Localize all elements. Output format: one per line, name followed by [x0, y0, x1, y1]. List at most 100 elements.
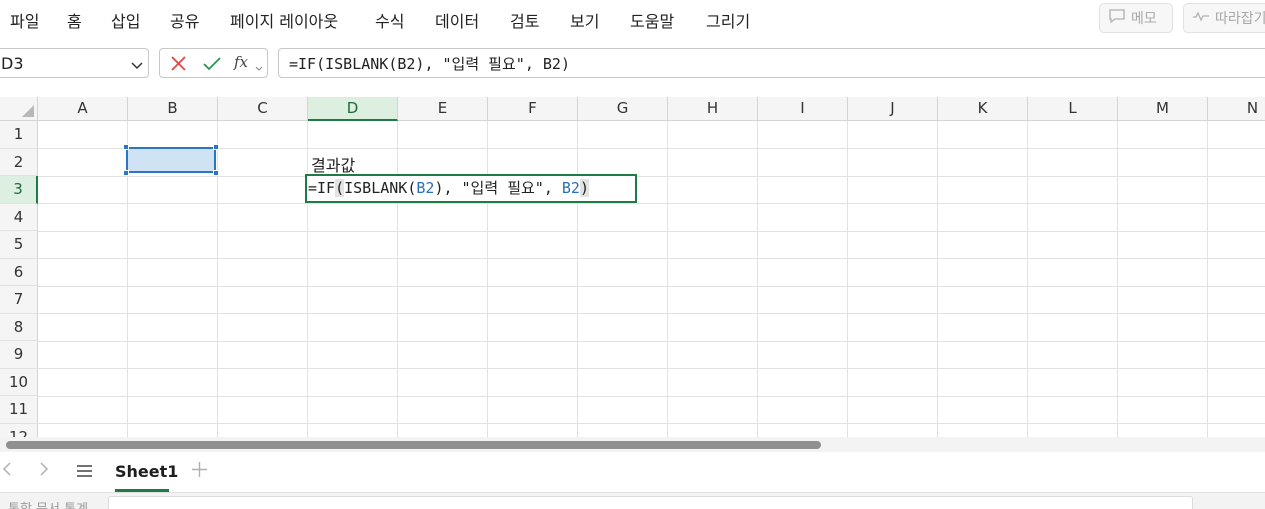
- chevron-right-icon[interactable]: [39, 461, 49, 482]
- grid-line: [397, 121, 398, 437]
- grid-line: [38, 230, 1265, 232]
- grid-line: [667, 121, 668, 437]
- grid-line: [38, 395, 1265, 397]
- menu-formulas[interactable]: 수식: [375, 8, 404, 32]
- menu-draw[interactable]: 그리기: [706, 8, 750, 32]
- row-header-5[interactable]: 5: [0, 231, 38, 259]
- formula-controls: fx: [159, 48, 268, 78]
- column-header-j[interactable]: J: [848, 97, 938, 121]
- comment-icon: [1108, 8, 1126, 28]
- chevron-left-icon[interactable]: [2, 461, 12, 482]
- menu-bar: 파일 홈 삽입 공유 페이지 레이아웃 수식 데이터 검토 보기 도움말 그리기…: [0, 0, 1265, 38]
- memo-label: 메모: [1131, 11, 1157, 27]
- selection-handle[interactable]: [123, 170, 129, 176]
- add-sheet-icon[interactable]: [191, 461, 208, 483]
- column-header-k[interactable]: K: [938, 97, 1028, 121]
- grid-line: [38, 203, 1265, 204]
- formula-part: ISBLANK(: [344, 179, 417, 197]
- column-header-e[interactable]: E: [398, 97, 488, 121]
- grid-line: [217, 121, 218, 437]
- grid-line: [38, 175, 1265, 177]
- sheet-list-icon[interactable]: [76, 462, 93, 483]
- memo-button[interactable]: 메모: [1099, 3, 1173, 33]
- row-header-8[interactable]: 8: [0, 313, 38, 341]
- formula-paren: (: [335, 179, 345, 197]
- row-header-11[interactable]: 11: [0, 396, 38, 424]
- grid-line: [38, 423, 1265, 424]
- selection-handle[interactable]: [213, 144, 219, 150]
- cancel-icon[interactable]: [170, 55, 187, 76]
- activity-icon: [1192, 10, 1210, 26]
- insert-function-button[interactable]: fx: [234, 53, 248, 71]
- column-header-m[interactable]: M: [1118, 97, 1208, 121]
- spreadsheet-grid: A B C D E F G H I J K L M N 1 2 3 4 5 6 …: [0, 97, 1265, 437]
- cell-d2[interactable]: 결과값: [311, 152, 355, 176]
- grid-line: [577, 121, 578, 437]
- select-all-corner[interactable]: [0, 97, 38, 121]
- formula-paren: ): [579, 179, 589, 197]
- grid-line: [38, 148, 1265, 149]
- row-header-6[interactable]: 6: [0, 258, 38, 286]
- column-header-c[interactable]: C: [218, 97, 308, 121]
- column-header-f[interactable]: F: [488, 97, 578, 121]
- grid-line: [1117, 121, 1118, 437]
- grid-line: [38, 285, 1265, 287]
- formula-text: =IF(ISBLANK(B2), "입력 필요", B2): [289, 54, 570, 73]
- row-header-1[interactable]: 1: [0, 121, 38, 149]
- column-header-n[interactable]: N: [1208, 97, 1265, 121]
- grid-line: [307, 121, 308, 437]
- selection-handle[interactable]: [123, 144, 129, 150]
- grid-line: [847, 121, 848, 437]
- follow-label: 따라잡기: [1215, 11, 1265, 27]
- menu-help[interactable]: 도움말: [630, 8, 674, 32]
- chevron-down-icon[interactable]: [130, 57, 144, 76]
- follow-button[interactable]: 따라잡기: [1183, 3, 1265, 33]
- column-header-g[interactable]: G: [578, 97, 668, 121]
- grid-line: [487, 121, 488, 437]
- column-header-d[interactable]: D: [308, 97, 398, 121]
- row-header-10[interactable]: 10: [0, 368, 38, 396]
- name-box-value: D3: [1, 53, 24, 73]
- row-header-7[interactable]: 7: [0, 286, 38, 314]
- formula-part: =IF: [308, 179, 336, 197]
- menu-view[interactable]: 보기: [570, 8, 599, 32]
- formula-part: ), "입력 필요",: [434, 179, 562, 197]
- column-header-b[interactable]: B: [128, 97, 218, 121]
- status-field: [108, 496, 1193, 509]
- menu-review[interactable]: 검토: [510, 8, 539, 32]
- grid-line: [38, 313, 1265, 314]
- grid-line: [757, 121, 758, 437]
- selected-cell-b2[interactable]: [126, 147, 216, 173]
- scrollbar-thumb[interactable]: [6, 441, 821, 449]
- name-box[interactable]: D3: [0, 48, 149, 78]
- row-header-9[interactable]: 9: [0, 341, 38, 369]
- confirm-icon[interactable]: [202, 55, 222, 76]
- grid-line: [1207, 121, 1208, 437]
- formula-input[interactable]: =IF(ISBLANK(B2), "입력 필요", B2): [278, 48, 1265, 78]
- workbook-statistics[interactable]: 통합 문서 통계: [8, 498, 88, 509]
- editing-cell-d3[interactable]: =IF(ISBLANK(B2), "입력 필요", B2): [305, 174, 637, 203]
- column-header-h[interactable]: H: [668, 97, 758, 121]
- grid-line: [937, 121, 938, 437]
- menu-file[interactable]: 파일: [10, 8, 39, 32]
- menu-data[interactable]: 데이터: [435, 8, 479, 32]
- row-header-12[interactable]: 12: [0, 423, 38, 437]
- sheet-tab-sheet1[interactable]: Sheet1: [115, 462, 178, 481]
- sheet-bar: Sheet1: [0, 452, 1265, 492]
- row-header-4[interactable]: 4: [0, 203, 38, 231]
- grid-line: [38, 258, 1265, 259]
- menu-share[interactable]: 공유: [170, 8, 199, 32]
- chevron-down-icon[interactable]: [255, 58, 263, 77]
- grid-line: [38, 368, 1265, 369]
- row-header-2[interactable]: 2: [0, 148, 38, 176]
- column-header-i[interactable]: I: [758, 97, 848, 121]
- column-header-l[interactable]: L: [1028, 97, 1118, 121]
- selection-handle[interactable]: [213, 170, 219, 176]
- formula-reference: B2: [561, 179, 580, 197]
- menu-insert[interactable]: 삽입: [111, 8, 140, 32]
- status-bar: 통합 문서 통계: [0, 492, 1265, 509]
- menu-home[interactable]: 홈: [67, 8, 82, 32]
- menu-page-layout[interactable]: 페이지 레이아웃: [230, 8, 338, 32]
- column-header-a[interactable]: A: [38, 97, 128, 121]
- row-header-3[interactable]: 3: [0, 176, 38, 204]
